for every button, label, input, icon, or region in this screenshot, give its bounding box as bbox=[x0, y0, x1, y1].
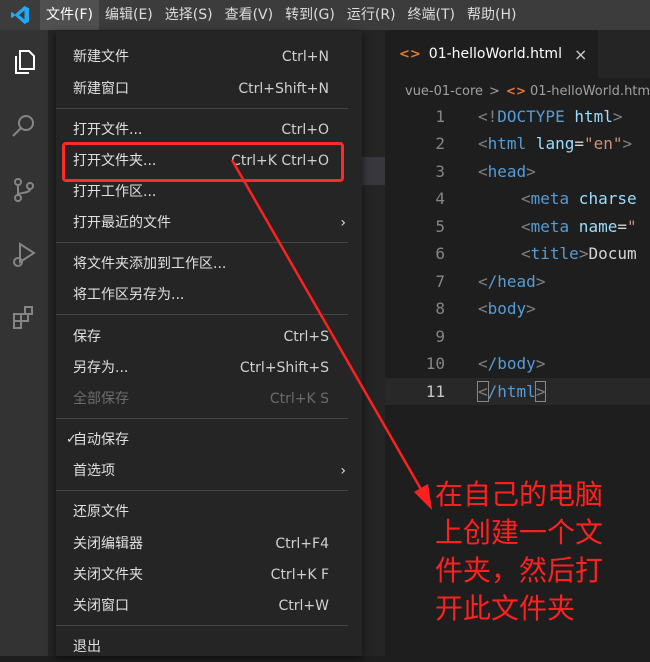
line-number: 6 bbox=[435, 244, 445, 263]
line-number: 1 bbox=[435, 107, 445, 126]
code-line: 6 <title>Docum bbox=[385, 240, 650, 267]
menu-help[interactable]: 帮助(H) bbox=[461, 0, 522, 30]
menu-run[interactable]: 运行(R) bbox=[341, 0, 402, 30]
menu-selection[interactable]: 选择(S) bbox=[159, 0, 219, 30]
code-editor[interactable]: 1 <!DOCTYPE html> 2 <html lang="en"> 3 <hea… bbox=[385, 103, 650, 405]
run-debug-icon[interactable] bbox=[0, 230, 48, 278]
menu-item-save[interactable]: 保存 Ctrl+S bbox=[56, 322, 362, 352]
line-number: 10 bbox=[425, 354, 445, 373]
check-icon: ✓ bbox=[66, 432, 77, 447]
file-menu: 新建文件 Ctrl+N 新建窗口 Ctrl+Shift+N 打开文件... Ctrl+… bbox=[56, 31, 362, 656]
tab-label: 01-helloWorld.html bbox=[428, 46, 562, 62]
extensions-icon[interactable] bbox=[0, 294, 48, 342]
menu-item-revert-file[interactable]: 还原文件 bbox=[56, 497, 362, 527]
annotation-line: 上创建一个文 bbox=[435, 516, 604, 549]
chevron-right-icon: › bbox=[340, 463, 346, 479]
code-line: 9 bbox=[385, 323, 650, 350]
html-file-icon: <> bbox=[505, 84, 527, 98]
menu-divider bbox=[56, 490, 348, 491]
breadcrumb-folder[interactable]: vue-01-core bbox=[405, 84, 483, 99]
code-line-current: 11 </html> bbox=[385, 378, 650, 405]
menu-view[interactable]: 查看(V) bbox=[219, 0, 280, 30]
menu-item-open-file[interactable]: 打开文件... Ctrl+O bbox=[56, 115, 362, 145]
annotation-line: 在自己的电脑 bbox=[435, 478, 604, 511]
menu-item-save-workspace-as[interactable]: 将工作区另存为... bbox=[56, 280, 362, 310]
line-number: 2 bbox=[435, 134, 445, 153]
vscode-logo-icon[interactable] bbox=[0, 0, 40, 30]
code-line: 4 <meta charse bbox=[385, 185, 650, 212]
menu-item-save-as[interactable]: 另存为... Ctrl+Shift+S bbox=[56, 353, 362, 383]
code-line: 8 <body> bbox=[385, 295, 650, 322]
menu-terminal[interactable]: 终端(T) bbox=[402, 0, 461, 30]
line-number: 11 bbox=[425, 382, 445, 401]
menu-edit[interactable]: 编辑(E) bbox=[99, 0, 159, 30]
source-control-icon[interactable] bbox=[0, 166, 48, 214]
line-number: 7 bbox=[435, 272, 445, 291]
menu-item-auto-save[interactable]: ✓ 自动保存 bbox=[56, 425, 362, 455]
menu-item-close-folder[interactable]: 关闭文件夹 Ctrl+K F bbox=[56, 560, 362, 590]
menu-divider bbox=[56, 242, 348, 243]
code-line: 5 <meta name=" bbox=[385, 213, 650, 240]
files-icon[interactable] bbox=[0, 38, 48, 86]
menu-item-preferences[interactable]: 首选项 › bbox=[56, 456, 362, 486]
line-number: 8 bbox=[435, 299, 445, 318]
menu-go[interactable]: 转到(G) bbox=[279, 0, 341, 30]
line-number: 5 bbox=[435, 217, 445, 236]
menu-file[interactable]: 文件(F) bbox=[40, 0, 99, 30]
menu-item-close-editor[interactable]: 关闭编辑器 Ctrl+F4 bbox=[56, 529, 362, 559]
menu-item-new-window[interactable]: 新建窗口 Ctrl+Shift+N bbox=[56, 74, 362, 104]
breadcrumb-separator: > bbox=[489, 84, 500, 99]
menu-item-add-folder-to-workspace[interactable]: 将文件夹添加到工作区... bbox=[56, 249, 362, 279]
annotation-text: 在自己的电脑 上创建一个文 件夹，然后打 开此文件夹 bbox=[435, 476, 647, 628]
code-line: 10 </body> bbox=[385, 350, 650, 377]
code-line: 3 <head> bbox=[385, 158, 650, 185]
line-number: 9 bbox=[435, 327, 445, 346]
menu-item-close-window[interactable]: 关闭窗口 Ctrl+W bbox=[56, 591, 362, 621]
code-line: 7 </head> bbox=[385, 268, 650, 295]
html-file-icon: <> bbox=[399, 46, 421, 62]
activity-bar bbox=[0, 30, 48, 656]
breadcrumb-file[interactable]: 01-helloWorld.html bbox=[530, 84, 650, 99]
menu-item-save-all: 全部保存 Ctrl+K S bbox=[73, 391, 329, 407]
menu-divider bbox=[56, 625, 348, 626]
editor-tab[interactable]: <> 01-helloWorld.html × bbox=[385, 30, 598, 78]
line-number: 3 bbox=[435, 162, 445, 181]
sidebar-selected-row bbox=[362, 157, 385, 185]
menu-item-new-file[interactable]: 新建文件 Ctrl+N bbox=[56, 42, 362, 72]
chevron-right-icon: › bbox=[340, 215, 346, 231]
menu-item-exit[interactable]: 退出 bbox=[56, 632, 362, 662]
annotation-line: 开此文件夹 bbox=[435, 592, 576, 625]
menubar: 文件(F) 编辑(E) 选择(S) 查看(V) 转到(G) 运行(R) 终端(T… bbox=[0, 0, 650, 30]
breadcrumb: vue-01-core > <> 01-helloWorld.html bbox=[405, 80, 650, 102]
menu-divider bbox=[56, 314, 348, 315]
line-number: 4 bbox=[435, 189, 445, 208]
menu-divider bbox=[56, 418, 348, 419]
search-icon[interactable] bbox=[0, 102, 48, 150]
close-icon[interactable]: × bbox=[574, 45, 587, 64]
code-line: 2 <html lang="en"> bbox=[385, 130, 650, 157]
menu-item-open-recent[interactable]: 打开最近的文件 › bbox=[56, 208, 362, 238]
highlight-box bbox=[62, 142, 344, 182]
annotation-line: 件夹，然后打 bbox=[435, 554, 604, 587]
editor-tabs: <> 01-helloWorld.html × bbox=[385, 30, 650, 78]
code-line: 1 <!DOCTYPE html> bbox=[385, 103, 650, 130]
menu-divider bbox=[56, 108, 348, 109]
